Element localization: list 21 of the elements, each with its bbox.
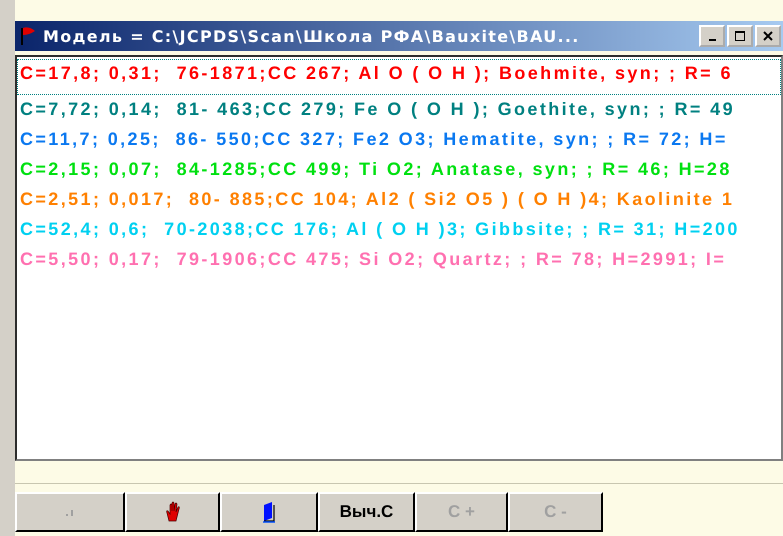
- phase-list-item[interactable]: C=5,50; 0,17; 79-1906;CC 475; Si O2; Quartz; ; R= 78; H=2991; I=: [17, 245, 781, 275]
- minimize-icon: [708, 39, 716, 41]
- close-button[interactable]: [755, 25, 781, 47]
- window-title: Модель = C:\JCPDS\Scan\Школа РФА\Bauxite\BAU...: [43, 26, 581, 46]
- phase-list-item[interactable]: C=2,15; 0,07; 84-1285;CC 499; Ti O2; Anatase, syn; ; R= 46; H=28: [17, 155, 781, 185]
- close-icon: [763, 31, 773, 41]
- phase-list-item[interactable]: C=11,7; 0,25; 86- 550;CC 327; Fe2 O3; Hematite, syn; ; R= 72; H=: [17, 125, 781, 155]
- phase-list-item[interactable]: C=52,4; 0,6; 70-2038;CC 176; Al ( O H )3; Gibbsite; ; R= 31; H=200: [17, 215, 781, 245]
- maximize-button[interactable]: [727, 25, 753, 47]
- icon-button[interactable]: [125, 492, 220, 532]
- toolbar-button[interactable]: Выч.С: [318, 492, 415, 532]
- maximize-icon: [735, 31, 745, 41]
- hand-icon: [164, 501, 180, 523]
- phase-list-item[interactable]: C=7,72; 0,14; 81- 463;CC 279; Fe O ( O H ); Goethite, syn; ; R= 49: [17, 95, 781, 125]
- flag-icon: [19, 26, 37, 46]
- minimize-button[interactable]: [699, 25, 725, 47]
- small-mark-icon: [66, 507, 74, 517]
- book-icon: [262, 501, 276, 523]
- icon-button[interactable]: [220, 492, 318, 532]
- phase-list-item[interactable]: C=17,8; 0,31; 76-1871;CC 267; Al O ( O H ); Boehmite, syn; ; R= 6: [17, 59, 781, 95]
- phase-list-item[interactable]: C=2,51; 0,017; 80- 885;CC 104; Al2 ( Si2 O5 ) ( O H )4; Kaolinite 1: [17, 185, 781, 215]
